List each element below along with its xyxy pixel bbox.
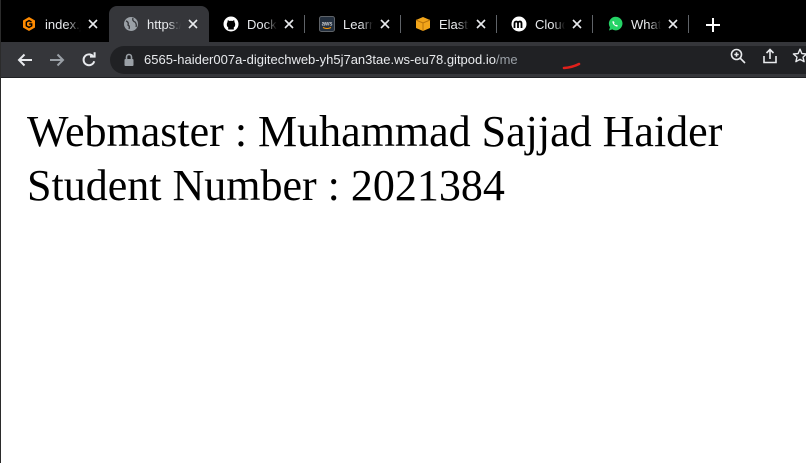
bookmark-star-icon[interactable] (792, 48, 806, 64)
tab-separator (688, 15, 689, 33)
close-icon[interactable] (281, 16, 297, 32)
red-annotation-mark (562, 57, 582, 75)
tab-index-js[interactable]: index.js (7, 6, 109, 42)
tab-learner[interactable]: aws Learner (305, 6, 401, 42)
tab-docker[interactable]: Docker (209, 6, 305, 42)
tab-title: index.js (45, 16, 81, 32)
whatsapp-icon (607, 16, 623, 32)
tab-title: Cloud (535, 16, 565, 32)
address-bar[interactable]: 6565-haider007a-digitechweb-yh5j7an3tae.… (110, 46, 806, 74)
close-icon[interactable] (665, 16, 681, 32)
zoom-icon[interactable] (730, 48, 746, 64)
reload-icon (82, 52, 96, 67)
aws-icon: aws (319, 16, 335, 32)
share-icon[interactable] (762, 48, 778, 64)
github-icon (223, 16, 239, 32)
arrow-left-icon (17, 53, 32, 67)
tab-title: Docker (247, 16, 277, 32)
aws-badge-text: aws (322, 22, 333, 28)
back-button[interactable] (11, 46, 39, 74)
tab-separator (400, 15, 401, 33)
close-icon[interactable] (185, 16, 201, 32)
moodle-icon (511, 16, 527, 32)
gitpod-icon (21, 16, 37, 32)
tab-separator (592, 15, 593, 33)
url-host: 6565-haider007a-digitechweb-yh5j7an3tae.… (144, 52, 496, 67)
browser-window: index.js https:// Docker (0, 0, 806, 463)
tab-strip: index.js https:// Docker (1, 0, 806, 42)
url-text[interactable]: 6565-haider007a-digitechweb-yh5j7an3tae.… (144, 52, 518, 67)
tab-elastic[interactable]: Elastic (401, 6, 497, 42)
plus-icon (706, 18, 720, 32)
close-icon[interactable] (569, 16, 585, 32)
close-icon[interactable] (377, 16, 393, 32)
tab-whatsapp[interactable]: WhatsApp (593, 6, 689, 42)
tab-active-page[interactable]: https:// (109, 6, 209, 42)
new-tab-button[interactable] (701, 13, 725, 37)
tab-separator (304, 15, 305, 33)
tab-cloud[interactable]: Cloud (497, 6, 593, 42)
url-path: /me (495, 52, 518, 67)
tab-title: https:// (147, 16, 181, 32)
lock-icon[interactable] (122, 53, 136, 67)
reload-button[interactable] (75, 46, 103, 74)
tab-separator (496, 15, 497, 33)
globe-icon (123, 16, 139, 32)
close-icon[interactable] (85, 16, 101, 32)
forward-button[interactable] (43, 46, 71, 74)
student-number-heading: Student Number : 2021384 (27, 161, 505, 210)
arrow-right-icon (50, 53, 65, 67)
webmaster-heading: Webmaster : Muhammad Sajjad Haider (27, 107, 723, 156)
page-content: Webmaster : Muhammad Sajjad Haider Stude… (1, 79, 806, 463)
box-icon (415, 16, 431, 32)
toolbar: 6565-haider007a-digitechweb-yh5j7an3tae.… (1, 42, 806, 78)
tab-title: Learner (343, 16, 373, 32)
tab-title: Elastic (439, 16, 469, 32)
tab-title: WhatsApp (631, 16, 661, 32)
close-icon[interactable] (473, 16, 489, 32)
